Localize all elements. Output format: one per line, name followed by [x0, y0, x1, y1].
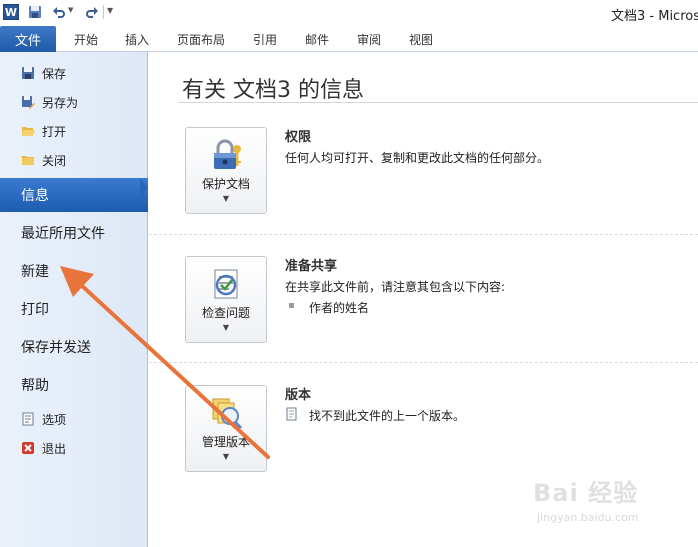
tab-view[interactable]: 视图	[409, 26, 433, 52]
permissions-title: 权限	[285, 130, 312, 145]
nav-recent[interactable]: 最近所用文件	[0, 216, 148, 250]
title-divider	[178, 102, 698, 103]
chevron-down-icon: ▼	[222, 452, 230, 461]
versions-icon	[212, 398, 243, 430]
chevron-down-icon: ▼	[222, 323, 230, 332]
check-for-issues-label: 检查问题	[201, 306, 250, 320]
nav-exit-label: 退出	[42, 441, 67, 456]
manage-versions-label: 管理版本	[201, 435, 250, 449]
watermark-url: jingyan.baidu.com	[537, 511, 639, 524]
tab-file[interactable]: 文件	[0, 26, 56, 52]
checklist-icon	[214, 269, 238, 299]
open-folder-icon	[20, 123, 36, 139]
nav-save-send[interactable]: 保存并发送	[0, 330, 148, 364]
nav-close-label: 关闭	[42, 153, 67, 168]
tab-references[interactable]: 引用	[253, 26, 277, 52]
page-title: 有关 文档3 的信息	[182, 78, 364, 103]
permissions-text: 任何人均可打开、复制和更改此文档的任何部分。	[285, 151, 550, 165]
close-folder-icon	[20, 152, 36, 168]
word-app-icon[interactable]: W	[3, 4, 19, 20]
undo-icon[interactable]	[51, 4, 67, 20]
section-divider	[149, 362, 698, 363]
baidu-watermark: Bai 经验 jingyan.baidu.com	[533, 473, 683, 533]
tab-page-layout[interactable]: 页面布局	[177, 26, 225, 52]
window-title: 文档3 - Micros	[611, 9, 698, 24]
nav-options[interactable]: 选项	[20, 408, 66, 430]
customize-qat-icon[interactable]: ▼	[107, 6, 113, 15]
bullet-icon	[289, 303, 294, 308]
nav-exit[interactable]: 退出	[20, 437, 66, 459]
tab-mailings[interactable]: 邮件	[305, 26, 329, 52]
protect-document-button[interactable]: 保护文档 ▼	[185, 127, 267, 214]
save-icon[interactable]	[27, 4, 43, 20]
tab-home[interactable]: 开始	[74, 26, 98, 52]
exit-icon	[20, 440, 36, 456]
nav-save[interactable]: 保存	[20, 62, 66, 84]
check-for-issues-button[interactable]: 检查问题 ▼	[185, 256, 267, 343]
nav-open[interactable]: 打开	[20, 120, 66, 142]
versions-text: 找不到此文件的上一个版本。	[309, 409, 466, 423]
options-icon	[20, 411, 36, 427]
tab-insert[interactable]: 插入	[125, 26, 149, 52]
nav-close[interactable]: 关闭	[20, 149, 66, 171]
chevron-down-icon: ▼	[222, 194, 230, 203]
document-version-icon	[286, 407, 297, 421]
section-divider	[149, 234, 698, 235]
tab-review[interactable]: 审阅	[357, 26, 381, 52]
title-bar: W ▼ ▼ 文档3 - Micros	[0, 0, 698, 26]
active-nav-pointer	[140, 178, 148, 198]
ribbon-tab-bar: 文件 开始 插入 页面布局 引用 邮件 审阅 视图	[0, 26, 698, 52]
protect-document-label: 保护文档	[201, 177, 250, 191]
nav-options-label: 选项	[42, 412, 67, 427]
lock-key-icon	[214, 139, 241, 169]
prepare-sharing-title: 准备共享	[285, 259, 338, 274]
manage-versions-button[interactable]: 管理版本 ▼	[185, 385, 267, 472]
nav-print[interactable]: 打印	[0, 292, 148, 326]
nav-help[interactable]: 帮助	[0, 368, 148, 402]
save-icon	[20, 65, 36, 81]
nav-save-as-label: 另存为	[42, 95, 79, 110]
redo-icon[interactable]	[84, 4, 100, 20]
nav-save-label: 保存	[42, 66, 67, 81]
watermark-logo: Bai 经验	[533, 479, 639, 507]
backstage-nav: 保存 另存为 打开 关闭 信息 最近所用文件 新建 打印 保存并发送 帮助 选项…	[0, 52, 148, 547]
nav-info[interactable]: 信息	[0, 178, 148, 212]
nav-save-as[interactable]: 另存为	[20, 91, 78, 113]
qat-separator	[103, 5, 104, 19]
nav-open-label: 打开	[42, 124, 67, 139]
author-name-item: 作者的姓名	[309, 301, 370, 315]
save-as-icon	[20, 94, 36, 110]
undo-dropdown-icon[interactable]: ▼	[68, 6, 73, 14]
nav-new[interactable]: 新建	[0, 254, 148, 288]
versions-title: 版本	[285, 388, 312, 403]
prepare-sharing-text: 在共享此文件前，请注意其包含以下内容:	[285, 280, 506, 294]
